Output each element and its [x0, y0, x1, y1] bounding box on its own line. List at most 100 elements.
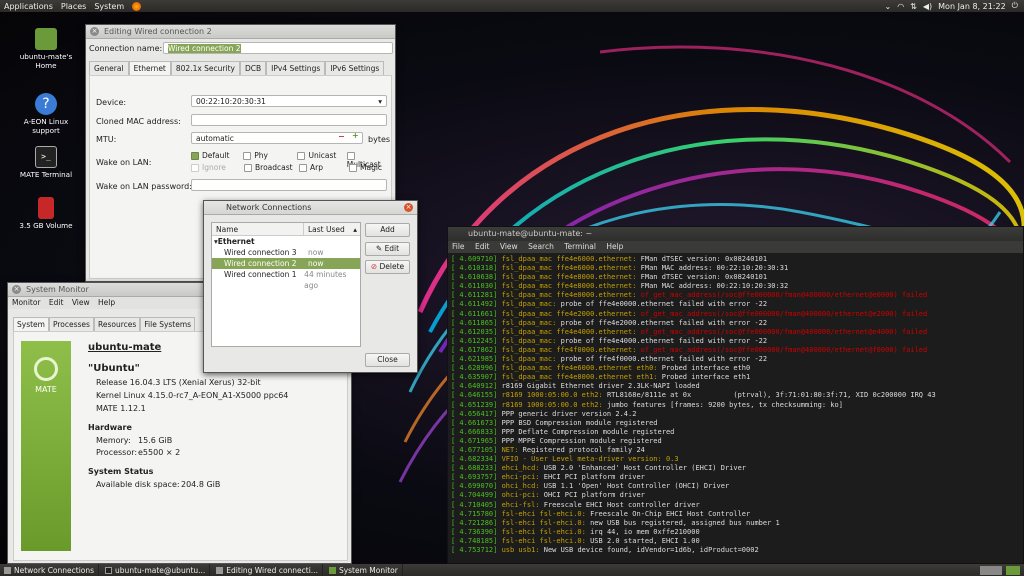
window-title: Network Connections [226, 203, 312, 212]
volume-icon[interactable]: ◀) [923, 2, 932, 11]
wol-broadcast[interactable]: Broadcast [244, 163, 299, 175]
list-item[interactable]: Wired connection 1 44 minutes ago [212, 269, 360, 290]
menu-monitor[interactable]: Monitor [12, 298, 41, 307]
taskbar-item-edit-connection[interactable]: Editing Wired connecti... [212, 564, 323, 576]
desktop-icon-terminal[interactable]: >_ MATE Terminal [11, 146, 81, 179]
plus-icon[interactable]: + [352, 131, 359, 140]
group-ethernet[interactable]: ▾Ethernet [212, 236, 360, 247]
tab-dcb[interactable]: DCB [239, 61, 267, 75]
connection-name-field[interactable]: Wired connection 2 [163, 42, 393, 54]
terminal-line: [ 4.610638] fsl_dpaa_mac ffe4e8000.ether… [451, 273, 768, 282]
terminal-line: [ 4.736390] fsl-ehci fsl-ehci.0: irq 44,… [451, 527, 700, 536]
distro-name: "Ubuntu" [88, 363, 140, 374]
wol-password-field[interactable] [191, 179, 387, 191]
wol-phy[interactable]: Phy [243, 151, 297, 163]
menu-terminal[interactable]: Terminal [564, 242, 596, 251]
device-combo[interactable]: 00:22:10:20:30:31 ▾ [191, 95, 387, 107]
sd-card-icon [38, 197, 54, 219]
terminal-line: [ 4.666833] PPP Deflate Compression modu… [451, 427, 675, 436]
menu-edit[interactable]: Edit [49, 298, 64, 307]
terminal-line: [ 4.710405] ehci-fsl: Freescale EHCI Hos… [451, 500, 700, 509]
terminal-output[interactable]: [ 4.609710] fsl_dpaa_mac ffe4e6000.ether… [448, 253, 1023, 563]
menu-help[interactable]: Help [98, 298, 115, 307]
connection-list: Name Last Used ▴ ▾Ethernet Wired connect… [211, 222, 361, 347]
processor-label: Processor: [96, 448, 138, 457]
terminal-line: [ 4.748185] fsl-ehci fsl-ehci.0: USB 2.0… [451, 536, 700, 545]
network-connections-titlebar[interactable]: Network Connections × [204, 201, 417, 215]
close-button[interactable]: Close [365, 353, 410, 367]
tab-file-systems[interactable]: File Systems [140, 317, 196, 331]
memory-label: Memory: [96, 436, 131, 445]
trash-icon[interactable] [1006, 565, 1020, 575]
cloned-mac-field[interactable] [191, 114, 387, 126]
workspace-switcher[interactable] [980, 565, 1002, 575]
menu-view[interactable]: View [500, 242, 518, 251]
close-icon[interactable]: × [12, 285, 21, 294]
tab-resources[interactable]: Resources [93, 317, 141, 331]
terminal-titlebar[interactable]: ubuntu-mate@ubuntu-mate: ~ [448, 227, 1023, 241]
tab-8021x-security[interactable]: 802.1x Security [170, 61, 240, 75]
add-button[interactable]: Add [365, 223, 410, 237]
menu-search[interactable]: Search [528, 242, 554, 251]
list-item-selected[interactable]: Wired connection 2 now [212, 258, 360, 269]
terminal-line: [ 4.640912] r8169 Gigabit Ethernet drive… [451, 382, 700, 391]
delete-button[interactable]: ⊘ Delete [365, 260, 410, 274]
system-monitor-icon [328, 566, 336, 574]
menu-places[interactable]: Places [61, 2, 86, 11]
menu-help[interactable]: Help [606, 242, 623, 251]
network-icon[interactable]: ⇅ [910, 2, 917, 11]
list-item[interactable]: Wired connection 3 now [212, 247, 360, 258]
memory-value: 15.6 GiB [138, 436, 173, 445]
wol-multicast[interactable]: Multicast [346, 151, 391, 169]
mate-version: MATE 1.12.1 [96, 404, 146, 413]
sort-up-icon: ▴ [353, 225, 357, 234]
wol-arp[interactable]: Arp [299, 163, 349, 175]
close-icon[interactable]: × [90, 27, 99, 36]
terminal-line: [ 4.628996] fsl_dpaa_mac ffe4e6000.ether… [451, 364, 751, 373]
desktop-icon-home[interactable]: ubuntu-mate's Home [11, 28, 81, 70]
firefox-icon[interactable] [132, 1, 142, 11]
tab-ipv4-settings[interactable]: IPv4 Settings [266, 61, 326, 75]
tab-ipv6-settings[interactable]: IPv6 Settings [325, 61, 385, 75]
terminal-line: [ 4.611661] fsl_dpaa_mac ffe4e2000.ether… [451, 309, 928, 318]
taskbar-item-terminal[interactable]: ubuntu-mate@ubuntu... [101, 564, 211, 576]
desktop-icon-label: MATE Terminal [19, 170, 73, 179]
menu-system[interactable]: System [94, 2, 124, 11]
terminal-line: [ 4.688233] ehci_hcd: USB 2.0 'Enhanced'… [451, 464, 747, 473]
menu-file[interactable]: File [452, 242, 465, 251]
minus-icon[interactable]: − [338, 132, 345, 141]
tab-general[interactable]: General [89, 61, 129, 75]
power-icon[interactable]: ⏻ [1012, 1, 1018, 11]
top-panel: Applications Places System [0, 0, 1024, 12]
wol-ignore[interactable]: Ignore [191, 163, 244, 175]
wol-default[interactable]: Default [191, 151, 243, 163]
tab-ethernet[interactable]: Ethernet [128, 61, 171, 75]
menu-applications[interactable]: Applications [4, 2, 53, 11]
device-label: Device: [96, 98, 127, 107]
wol-unicast[interactable]: Unicast [297, 151, 346, 163]
edit-connection-titlebar[interactable]: × Editing Wired connection 2 [86, 25, 395, 39]
menu-edit[interactable]: Edit [475, 242, 490, 251]
clock[interactable]: Mon Jan 8, 21:22 [938, 2, 1006, 11]
taskbar-item-network-connections[interactable]: Network Connections [0, 564, 100, 576]
desktop-icon-volume[interactable]: 3.5 GB Volume [11, 197, 81, 230]
wifi-icon[interactable]: ◠ [897, 2, 904, 11]
close-icon[interactable]: × [404, 203, 413, 212]
chevron-down-icon[interactable]: ⌄ [884, 2, 891, 11]
wol-magic[interactable]: Magic [349, 163, 382, 175]
sysmon-tab-bar: System Processes Resources File Systems [13, 317, 196, 331]
tab-system[interactable]: System [13, 317, 49, 331]
terminal-icon: >_ [35, 146, 57, 168]
pencil-icon: ✎ [375, 244, 385, 253]
desktop-icon-support[interactable]: ? A-EON Linux support [11, 93, 81, 135]
col-last-used-header[interactable]: Last Used [304, 223, 345, 235]
col-name-header[interactable]: Name [212, 223, 304, 235]
tab-bar: General Ethernet 802.1x Security DCB IPv… [89, 61, 385, 75]
window-title: Editing Wired connection 2 [104, 27, 212, 36]
taskbar-item-system-monitor[interactable]: System Monitor [325, 564, 403, 576]
terminal-line: [ 4.753712] usb usb1: New USB device fou… [451, 546, 759, 554]
tab-processes[interactable]: Processes [48, 317, 94, 331]
terminal-window: ubuntu-mate@ubuntu-mate: ~ File Edit Vie… [447, 226, 1024, 564]
menu-view[interactable]: View [72, 298, 90, 307]
edit-button[interactable]: ✎ Edit [365, 242, 410, 256]
